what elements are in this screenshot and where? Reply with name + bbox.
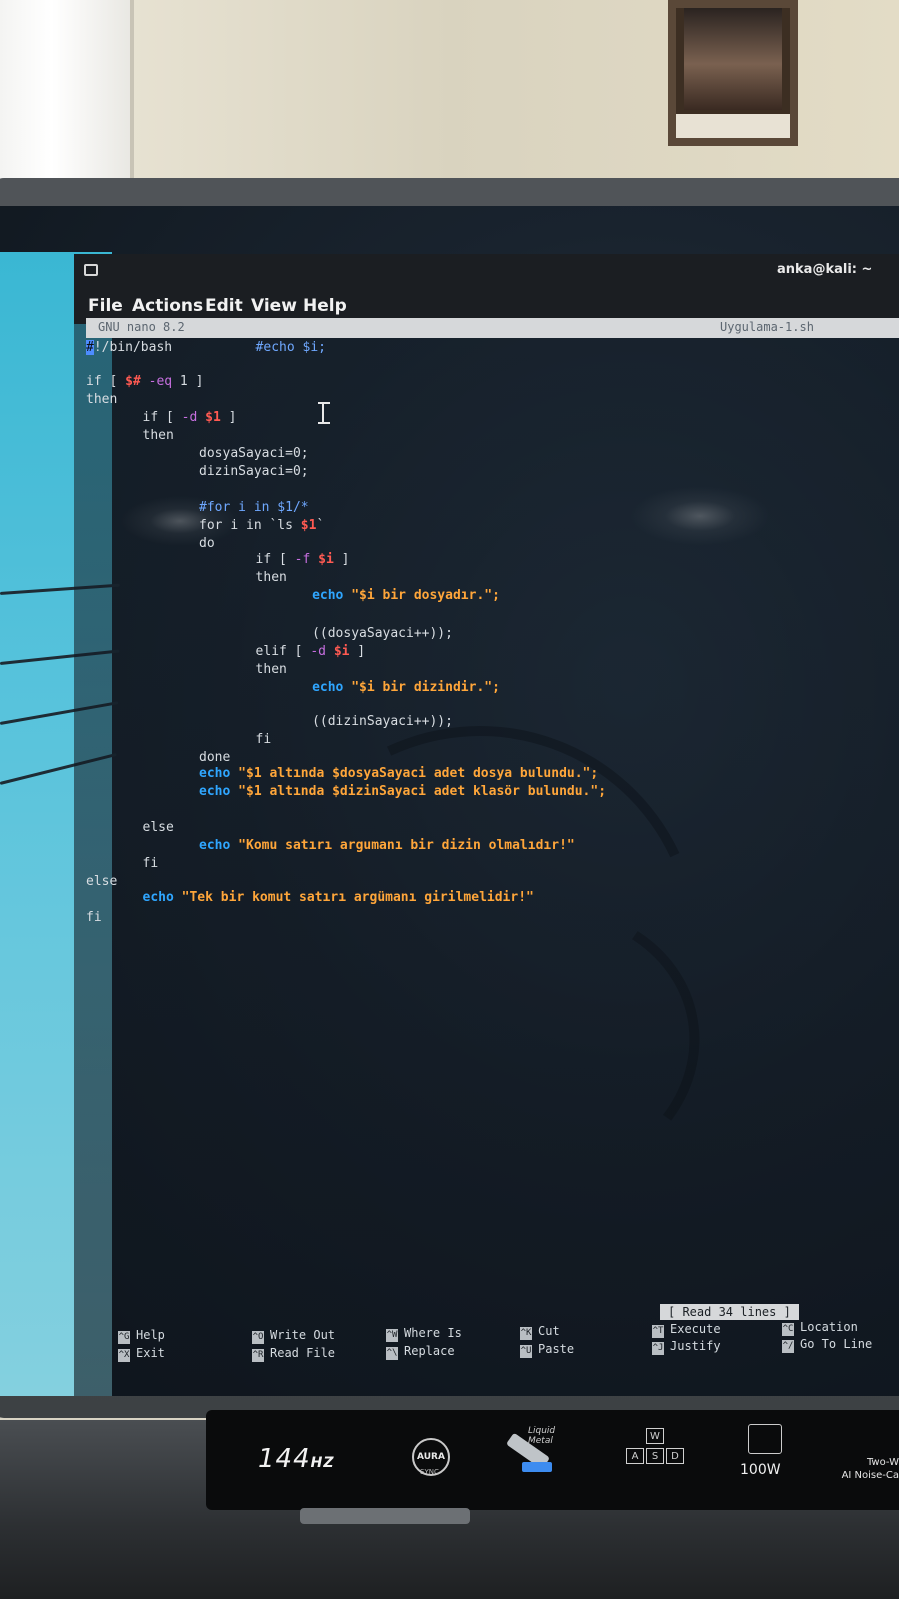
power-adapter-icon [748,1424,782,1454]
nano-filename: Uygulama-1.sh [720,320,814,334]
nano-status: [ Read 34 lines ] [660,1304,799,1320]
shortcut-read-file[interactable]: ^R Read File [252,1346,335,1362]
code-line: ((dosyaSayaci++)); [312,626,453,641]
terminal-window: anka@kali: ~ File Actions Edit View Help… [0,206,899,1396]
code-line: dizinSayaci=0; [199,464,309,479]
shortcut-help[interactable]: ^G Help [118,1328,165,1344]
terminal-icon[interactable] [84,264,98,276]
shortcut-justify[interactable]: ^J Justify [652,1339,721,1355]
code-line: if [ -d $1 ] [142,410,237,425]
code-line: do [199,536,215,551]
code-line: else [86,874,118,889]
window-title: anka@kali: ~ [777,262,873,277]
liquid-metal-pad [522,1462,552,1472]
code-line: #!/bin/bash [86,340,173,355]
terminal-titlebar: anka@kali: ~ [74,254,899,290]
key-a: A [626,1448,644,1464]
code-line: done [199,750,231,765]
aura-sync-label: SYNC [420,1468,439,1476]
laptop-hinge [300,1508,470,1524]
noise-subtitle: AI Noise-Ca [841,1470,899,1481]
text-cursor-icon [318,402,334,424]
code-line: fi [86,910,102,925]
code-line: if [ $# -eq 1 ] [86,374,204,389]
liquid-metal-icon: Liquid Metal [500,1426,576,1484]
code-editor[interactable]: #!/bin/bash if [ $# -eq 1 ] then if [ -d $1… [86,340,886,1040]
nano-header: GNU nano 8.2 Uygulama-1.sh [86,318,899,338]
code-line: echo "$i bir dizindir."; [312,680,500,695]
code-line: echo "Tek bir komut satırı argümanı giri… [142,890,534,905]
door-frame [0,0,134,190]
code-line: then [86,392,118,407]
code-line: fi [142,856,159,871]
shortcut-go-to-line[interactable]: ^/Go To Line [782,1337,872,1353]
code-line: fi [255,732,272,747]
code-line: echo "$1 altında $dizinSayaci adet klasö… [199,784,607,799]
shortcut-cut[interactable]: ^K Cut [520,1324,560,1340]
nano-version: GNU nano 8.2 [98,320,185,334]
key-w: W [646,1428,664,1444]
shortcut-exit[interactable]: ^X Exit [118,1346,165,1362]
menu-help[interactable]: Help [303,296,347,316]
shortcut-where-is[interactable]: ^W Where Is [386,1326,462,1342]
wall-portrait [668,0,798,146]
menu-view[interactable]: View [251,296,297,316]
code-line: else [142,820,174,835]
shortcut-paste[interactable]: ^U Paste [520,1342,574,1358]
code-line: #for i in $1/* [199,500,309,515]
portrait-mat [676,114,790,138]
code-line: echo "$1 altında $dosyaSayaci adet dosya… [199,766,599,781]
code-line: then [255,662,287,677]
code-line: #echo $i; [255,340,326,355]
code-line: echo "$i bir dosyadır."; [312,588,500,603]
key-d: D [666,1448,684,1464]
liquid-metal-label: Liquid Metal [528,1426,556,1446]
code-line: then [142,428,174,443]
code-line: echo "Komu satırı argumanı bir dizin olm… [199,838,575,853]
shortcut-location[interactable]: ^C Location [782,1320,858,1336]
menu-file[interactable]: File [88,296,123,316]
code-line: for i in `ls $1` [199,518,325,533]
noise-title: Two-W [866,1457,899,1468]
menu-edit[interactable]: Edit [205,296,243,316]
wasd-keys-icon: W A S D [626,1428,702,1488]
code-line: dosyaSayaci=0; [199,446,309,461]
code-line: if [ -f $i ] [255,552,350,567]
key-s: S [646,1448,664,1464]
power-label: 100W [740,1462,781,1478]
code-line: elif [ -d $i ] [255,644,366,659]
code-line: then [255,570,287,585]
menu-actions[interactable]: Actions [132,296,203,316]
shortcut-replace[interactable]: ^\ Replace [386,1344,455,1360]
shortcut-execute[interactable]: ^T Execute [652,1322,721,1338]
ai-noise-badge: Two-W AI Noise-Ca [826,1456,899,1482]
refresh-rate-badge: 144HZ [258,1444,335,1474]
portrait-photo [684,8,782,110]
code-line: ((dizinSayaci++)); [312,714,453,729]
shortcut-write-out[interactable]: ^O Write Out [252,1328,335,1344]
